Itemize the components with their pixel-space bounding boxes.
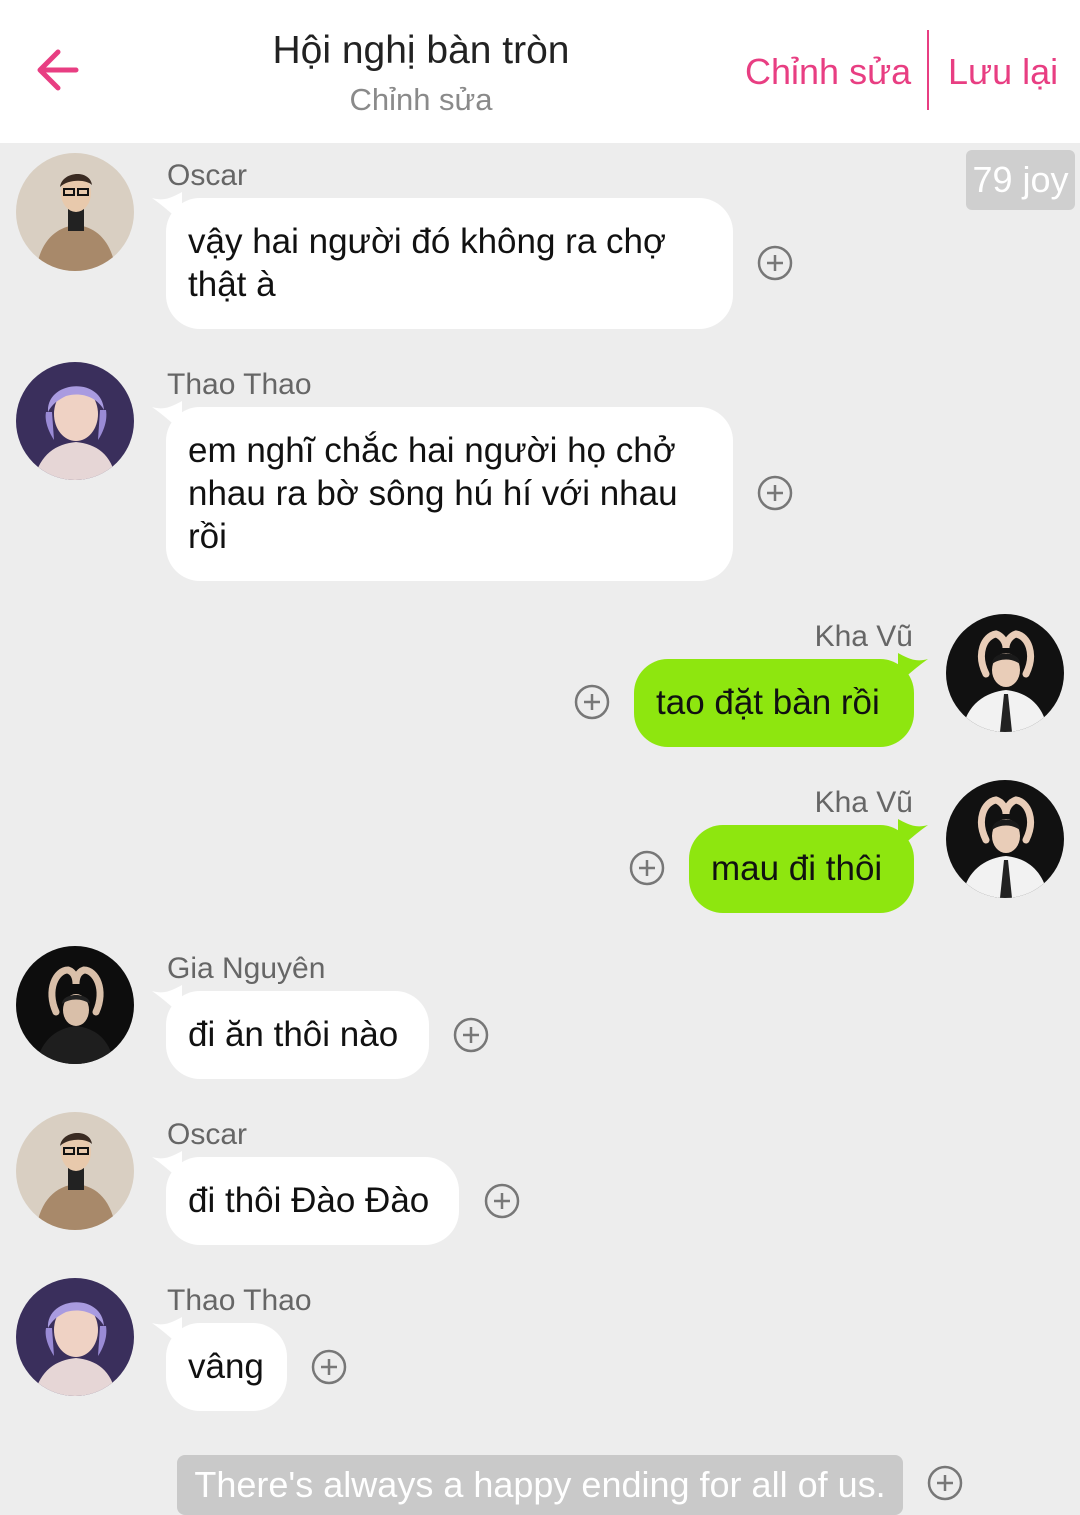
sender-name: Kha Vũ (814, 786, 913, 819)
plus-circle-icon[interactable] (574, 684, 610, 720)
footer-caption: There's always a happy ending for all of… (177, 1455, 903, 1515)
message-bubble[interactable]: tao đặt bàn rồi (634, 659, 914, 747)
plus-circle-icon[interactable] (484, 1183, 520, 1219)
message-line: tao đặt bàn rồi (656, 683, 880, 722)
page-title: Hội nghị bàn tròn (272, 29, 570, 72)
avatar-oscar[interactable] (16, 153, 134, 271)
header-divider (927, 30, 929, 110)
sender-name: Thao Thao (167, 1284, 312, 1317)
plus-circle-icon[interactable] (453, 1017, 489, 1053)
plus-circle-icon[interactable] (311, 1349, 347, 1385)
avatar-kha-vu[interactable] (946, 614, 1064, 732)
message-line: rồi (188, 517, 227, 556)
plus-circle-icon[interactable] (757, 475, 793, 511)
sender-name: Thao Thao (167, 368, 312, 401)
message-line: đi ăn thôi nào (188, 1015, 399, 1054)
edit-button[interactable]: Chỉnh sửa (745, 50, 911, 94)
avatar-kha-vu[interactable] (946, 780, 1064, 898)
message-line: đi thôi Đào Đào (188, 1181, 430, 1220)
sender-name: Oscar (167, 1118, 248, 1151)
message-bubble[interactable]: đi thôi Đào Đào (166, 1157, 459, 1245)
joy-badge: 79 joy (966, 150, 1075, 210)
avatar-thao-thao[interactable] (16, 362, 134, 480)
header-bar: Hội nghị bàn tròn Chỉnh sửa Chỉnh sửa Lư… (0, 0, 1080, 143)
message-bubble[interactable]: vậy hai người đó không ra chợ thật à (166, 198, 733, 329)
plus-circle-icon[interactable] (927, 1465, 963, 1501)
message-line: thật à (188, 265, 276, 304)
message-bubble[interactable]: em nghĩ chắc hai người họ chở nhau ra bờ… (166, 407, 733, 581)
message-line: vâng (188, 1347, 264, 1386)
message-bubble[interactable]: đi ăn thôi nào (166, 991, 429, 1079)
avatar-thao-thao[interactable] (16, 1278, 134, 1396)
sender-name: Kha Vũ (814, 620, 913, 653)
message-line: nhau ra bờ sông hú hí với nhau (188, 474, 678, 513)
sender-name: Oscar (167, 159, 248, 192)
plus-circle-icon[interactable] (757, 245, 793, 281)
message-line: em nghĩ chắc hai người họ chở (188, 431, 676, 470)
message-bubble[interactable]: mau đi thôi (689, 825, 914, 913)
message-line: vậy hai người đó không ra chợ (188, 222, 666, 261)
arrow-left-icon[interactable] (30, 42, 86, 98)
avatar-oscar[interactable] (16, 1112, 134, 1230)
save-button[interactable]: Lưu lại (948, 50, 1058, 94)
avatar-gia-nguyen[interactable] (16, 946, 134, 1064)
page-subtitle: Chỉnh sửa (349, 82, 493, 117)
message-bubble[interactable]: vâng (166, 1323, 287, 1411)
plus-circle-icon[interactable] (629, 850, 665, 886)
sender-name: Gia Nguyên (167, 952, 326, 985)
message-line: mau đi thôi (711, 849, 883, 888)
